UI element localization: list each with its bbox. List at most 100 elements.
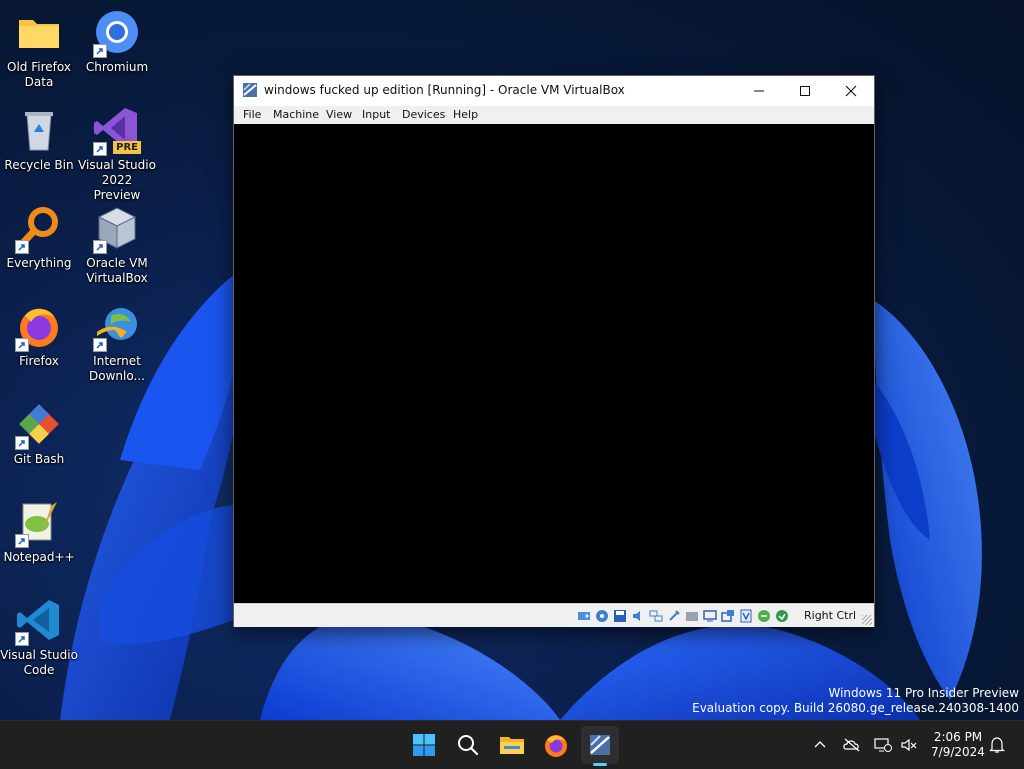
preview-badge: PRE xyxy=(113,141,141,154)
volume-button[interactable] xyxy=(899,735,919,755)
network-status-button[interactable] xyxy=(873,735,893,755)
show-hidden-icons-button[interactable] xyxy=(810,735,830,755)
visual-studio-icon: PRE xyxy=(93,106,141,156)
desktop-icon-git-bash[interactable]: Git Bash xyxy=(0,400,78,467)
search-button[interactable] xyxy=(449,726,487,764)
file-explorer-icon xyxy=(500,737,524,754)
desktop-icon-visual-studio-preview[interactable]: PRE Visual Studio 2022 Preview xyxy=(78,106,156,203)
minimize-button[interactable] xyxy=(736,76,782,106)
desktop-icon-label: Old Firefox Data xyxy=(7,60,71,89)
desktop-icon-label: Visual Studio Code xyxy=(0,648,78,677)
menu-machine[interactable]: Machine xyxy=(273,108,319,121)
clock-time: 2:06 PM xyxy=(933,730,983,744)
recycle-bin-icon xyxy=(15,106,63,154)
shared-folder-icon[interactable] xyxy=(685,608,699,622)
mouse-integration-icon[interactable] xyxy=(757,608,771,622)
clock[interactable]: 2:06 PM 7/9/2024 xyxy=(928,730,988,760)
taskbar: 2:06 PM 7/9/2024 xyxy=(0,720,1024,769)
vscode-icon xyxy=(15,596,63,646)
desktop-icon-firefox[interactable]: Firefox xyxy=(0,302,78,369)
bell-icon xyxy=(989,737,1005,753)
cloud-offline-icon xyxy=(843,738,860,752)
firefox-icon xyxy=(15,302,63,352)
desktop-icon-recycle-bin[interactable]: Recycle Bin xyxy=(0,106,78,173)
evaluation-watermark: Windows 11 Pro Insider Preview Evaluatio… xyxy=(692,686,1019,716)
desktop-icon-vscode[interactable]: Visual Studio Code xyxy=(0,596,78,678)
shortcut-arrow-icon xyxy=(93,142,107,156)
watermark-edition: Windows 11 Pro Insider Preview xyxy=(828,686,1019,700)
desktop-icon-label: Firefox xyxy=(19,354,59,368)
desktop-icon-label: Git Bash xyxy=(13,452,65,466)
chromium-icon xyxy=(93,8,141,58)
close-button[interactable] xyxy=(828,76,874,106)
status-bar: Right Ctrl xyxy=(234,603,874,627)
desktop-icon-label: Visual Studio 2022 Preview xyxy=(78,158,156,202)
internet-download-manager-icon xyxy=(93,302,141,352)
desktop-icon-label: Oracle VM VirtualBox xyxy=(86,256,148,285)
shortcut-arrow-icon xyxy=(15,338,29,352)
notifications-button[interactable] xyxy=(987,735,1007,755)
keyboard-icon[interactable] xyxy=(775,608,789,622)
menu-devices[interactable]: Devices xyxy=(402,108,445,121)
start-icon xyxy=(413,734,435,756)
volume-muted-icon xyxy=(901,738,917,752)
search-icon xyxy=(458,735,479,756)
network-icon[interactable] xyxy=(649,608,663,622)
resize-grip-icon[interactable] xyxy=(862,615,872,625)
desktop-icon-label: Recycle Bin xyxy=(4,158,74,172)
audio-icon[interactable] xyxy=(631,608,645,622)
desktop-icon-notepad-plus-plus[interactable]: Notepad++ xyxy=(0,498,78,565)
display-icon[interactable] xyxy=(703,608,717,622)
desktop-icon-everything[interactable]: Everything xyxy=(0,204,78,271)
shortcut-arrow-icon xyxy=(93,240,107,254)
virtualbox-vm-icon xyxy=(242,82,258,102)
close-icon xyxy=(845,85,857,97)
active-indicator xyxy=(593,763,607,766)
maximize-button[interactable] xyxy=(782,76,828,106)
menu-file[interactable]: File xyxy=(243,108,261,121)
desktop-icon-label: Everything xyxy=(6,256,72,270)
maximize-icon xyxy=(800,86,810,96)
file-explorer-button[interactable] xyxy=(493,726,531,764)
optical-drive-icon[interactable] xyxy=(595,608,609,622)
watermark-build: Evaluation copy. Build 26080.ge_release.… xyxy=(692,701,1019,715)
desktop-icon-oracle-vm-virtualbox[interactable]: Oracle VM VirtualBox xyxy=(78,204,156,286)
clock-date: 7/9/2024 xyxy=(931,745,985,759)
desktop-icon-chromium[interactable]: Chromium xyxy=(78,8,156,75)
virtualbox-icon xyxy=(93,204,141,254)
shortcut-arrow-icon xyxy=(15,240,29,254)
firefox-taskbar-button[interactable] xyxy=(537,726,575,764)
usb-icon[interactable] xyxy=(667,608,681,622)
shortcut-arrow-icon xyxy=(93,338,107,352)
vbox-extension-icon[interactable] xyxy=(739,608,753,623)
host-key-label[interactable]: Right Ctrl xyxy=(804,609,856,622)
desktop-icon-internet-download-manager[interactable]: Internet Downlo... xyxy=(78,302,156,384)
window-title-bar[interactable]: windows fucked up edition [Running] - Or… xyxy=(234,76,874,106)
floppy-icon[interactable] xyxy=(613,608,627,622)
shortcut-arrow-icon xyxy=(15,534,29,548)
recording-icon[interactable] xyxy=(721,608,735,622)
shortcut-arrow-icon xyxy=(93,44,107,58)
menu-input[interactable]: Input xyxy=(362,108,390,121)
notepad-plus-plus-icon xyxy=(15,498,63,548)
desktop-icon-old-firefox-data[interactable]: Old Firefox Data xyxy=(0,8,78,90)
virtualbox-vm-window[interactable]: windows fucked up edition [Running] - Or… xyxy=(233,75,875,627)
everything-search-icon xyxy=(15,204,63,254)
network-disconnected-icon xyxy=(874,738,892,752)
desktop: Old Firefox Data Recycle Bin Everything … xyxy=(0,0,1024,720)
git-bash-icon xyxy=(15,400,63,450)
tray-app-button[interactable] xyxy=(842,735,862,755)
menu-help[interactable]: Help xyxy=(453,108,478,121)
hard-disk-icon[interactable] xyxy=(577,608,591,622)
minimize-icon xyxy=(754,90,764,92)
virtualbox-taskbar-button[interactable] xyxy=(581,726,619,766)
start-button[interactable] xyxy=(405,726,443,764)
vm-display[interactable] xyxy=(234,124,874,603)
desktop-icon-label: Internet Downlo... xyxy=(89,354,145,383)
folder-icon xyxy=(15,8,63,56)
menu-bar: File Machine View Input Devices Help xyxy=(234,106,874,124)
desktop-icon-label: Notepad++ xyxy=(3,550,75,564)
menu-view[interactable]: View xyxy=(326,108,352,121)
desktop-icon-label: Chromium xyxy=(85,60,149,74)
shortcut-arrow-icon xyxy=(15,632,29,646)
